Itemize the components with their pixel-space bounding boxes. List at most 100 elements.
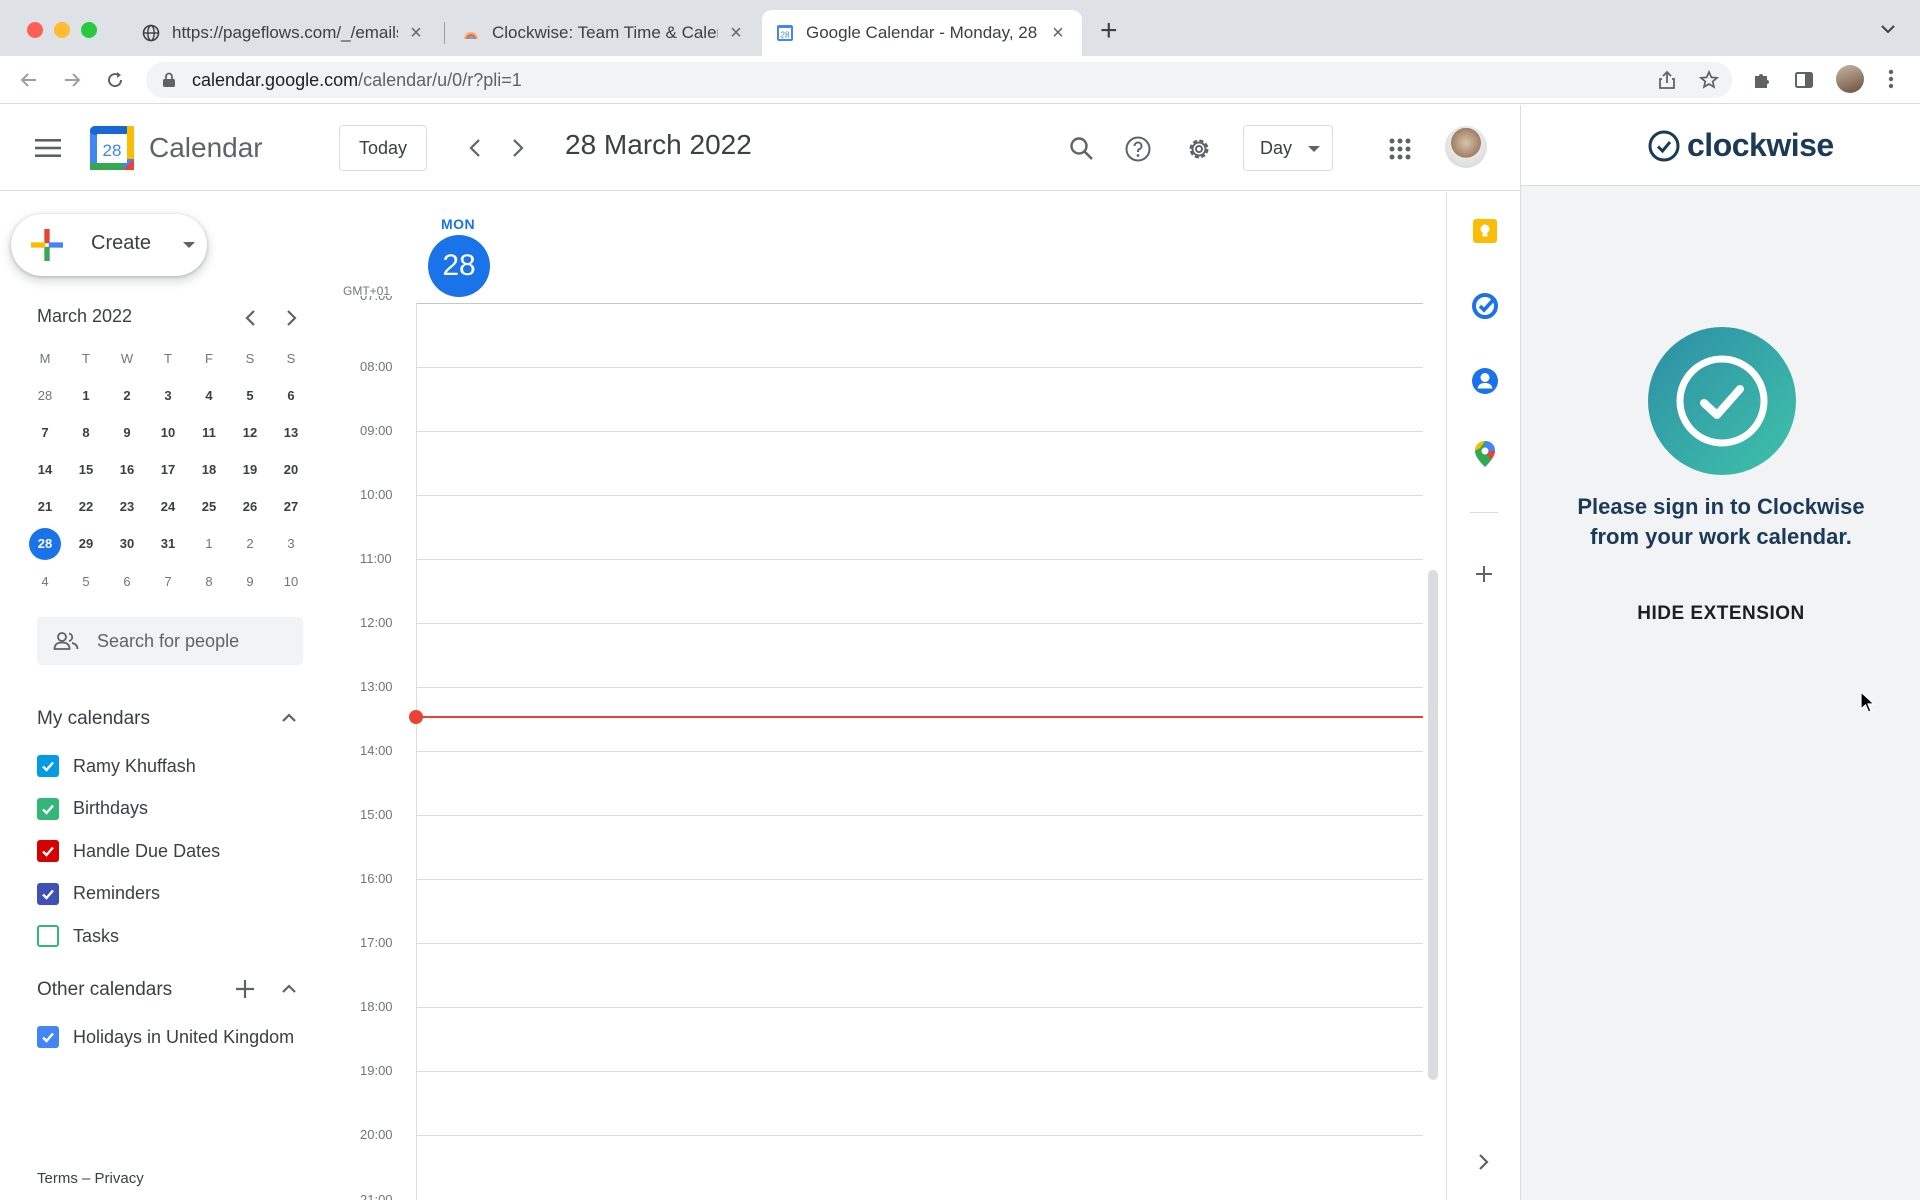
close-icon[interactable]: × [406,22,426,45]
mini-calendar-day[interactable]: 27 [275,491,307,523]
calendar-list-item[interactable]: Tasks [37,921,119,951]
mini-calendar-day[interactable]: 18 [193,453,225,485]
mini-calendar-day[interactable]: 1 [193,528,225,560]
mini-calendar-day[interactable]: 19 [234,453,266,485]
mini-calendar-day[interactable]: 16 [111,453,143,485]
hide-extension-button[interactable]: HIDE EXTENSION [1521,603,1920,625]
mini-calendar-day[interactable]: 3 [275,528,307,560]
mini-calendar-day[interactable]: 8 [193,565,225,597]
browser-tab-google-calendar[interactable]: 28 Google Calendar - Monday, 28 × [762,10,1082,56]
tab-search-chevron-icon[interactable] [1880,24,1896,34]
mini-calendar-day[interactable]: 31 [152,528,184,560]
mini-calendar-next-chevron-icon[interactable] [286,309,298,327]
my-calendars-title[interactable]: My calendars [37,708,150,730]
view-selector[interactable]: Day [1243,125,1333,171]
mini-calendar-day[interactable]: 29 [70,528,102,560]
mini-calendar-day[interactable]: 3 [152,379,184,411]
mini-calendar-day[interactable]: 1 [70,379,102,411]
browser-tab-clockwise[interactable]: Clockwise: Team Time & Calen × [448,10,760,56]
mini-calendar-day[interactable]: 14 [29,453,61,485]
window-maximize-button[interactable] [81,22,97,38]
create-button[interactable]: Create [11,214,207,276]
account-avatar[interactable] [1445,126,1487,168]
mini-calendar-day[interactable]: 20 [275,453,307,485]
calendar-list-item[interactable]: Handle Due Dates [37,836,220,866]
collapse-chevron-up-icon[interactable] [281,712,297,722]
hide-side-panel-chevron-icon[interactable] [1478,1153,1490,1171]
collapse-chevron-up-icon[interactable] [281,983,297,993]
mini-calendar-prev-chevron-icon[interactable] [244,309,256,327]
mini-calendar-day[interactable]: 10 [152,416,184,448]
mini-calendar-day[interactable]: 28 [29,379,61,411]
hamburger-menu-icon[interactable] [35,139,61,157]
mini-calendar-day[interactable]: 30 [111,528,143,560]
mini-calendar-day[interactable]: 21 [29,491,61,523]
mini-calendar-day-today[interactable]: 28 [29,527,61,560]
mini-calendar-day[interactable]: 9 [234,565,266,597]
today-button[interactable]: Today [339,125,427,171]
grid-scrollbar[interactable] [1428,570,1438,1080]
mini-calendar-day[interactable]: 2 [234,528,266,560]
lock-icon[interactable] [162,72,176,88]
mini-calendar-day[interactable]: 26 [234,491,266,523]
calendar-list-item[interactable]: Birthdays [37,794,148,824]
bookmark-star-icon[interactable] [1699,70,1719,90]
calendar-checkbox[interactable] [37,840,59,863]
reload-button[interactable] [101,66,129,94]
mini-calendar-day[interactable]: 9 [111,416,143,448]
address-bar[interactable]: calendar.google.com/calendar/u/0/r?pli=1 [146,62,1732,98]
calendar-checkbox[interactable] [37,925,59,948]
mini-calendar-day[interactable]: 4 [29,565,61,597]
mini-calendar-day[interactable]: 10 [275,565,307,597]
mini-calendar-day[interactable]: 5 [70,565,102,597]
dropdown-caret-icon[interactable] [183,242,195,248]
calendar-list-item[interactable]: Holidays in United Kingdom [37,1022,294,1052]
search-people-input[interactable]: Search for people [37,617,303,665]
back-button[interactable] [15,66,43,94]
contacts-icon[interactable] [1471,367,1499,395]
mini-calendar-day[interactable]: 4 [193,379,225,411]
mini-calendar-day[interactable]: 5 [234,379,266,411]
mini-calendar-day[interactable]: 22 [70,491,102,523]
privacy-link[interactable]: Privacy [95,1170,144,1187]
search-icon[interactable] [1069,136,1094,161]
mini-calendar-day[interactable]: 13 [275,416,307,448]
more-vertical-icon[interactable] [1888,68,1894,90]
profile-avatar[interactable] [1836,65,1864,93]
tasks-icon[interactable] [1471,292,1499,320]
calendar-checkbox[interactable] [37,882,59,905]
mini-calendar-day[interactable]: 25 [193,491,225,523]
get-addons-plus-icon[interactable] [1475,565,1493,583]
mini-calendar-day[interactable]: 6 [275,379,307,411]
close-icon[interactable]: × [726,22,746,45]
share-icon[interactable] [1658,70,1676,90]
mini-calendar-day[interactable]: 6 [111,565,143,597]
mini-calendar-day[interactable]: 8 [70,416,102,448]
help-icon[interactable] [1125,136,1151,162]
window-close-button[interactable] [27,22,43,38]
mini-calendar-day[interactable]: 24 [152,491,184,523]
mini-calendar-day[interactable]: 7 [29,416,61,448]
terms-link[interactable]: Terms [37,1170,78,1187]
maps-pin-icon[interactable] [1474,440,1496,468]
forward-button[interactable] [58,66,86,94]
previous-day-chevron-icon[interactable] [468,138,482,158]
settings-gear-icon[interactable] [1186,136,1212,162]
keep-icon[interactable] [1472,218,1498,244]
mini-calendar-day[interactable]: 15 [70,453,102,485]
calendar-checkbox[interactable] [37,797,59,820]
day-of-week-label[interactable]: MON [441,216,475,232]
next-day-chevron-icon[interactable] [511,138,525,158]
add-calendar-plus-icon[interactable] [235,979,255,999]
side-panel-icon[interactable] [1794,70,1814,90]
mini-calendar-day[interactable]: 17 [152,453,184,485]
calendar-list-item[interactable]: Ramy Khuffash [37,751,196,781]
mini-calendar-day[interactable]: 2 [111,379,143,411]
google-calendar-logo-icon[interactable]: 28 [90,126,134,170]
calendar-checkbox[interactable] [37,755,59,777]
browser-tab-pageflows[interactable]: https://pageflows.com/_/emails × [128,10,440,56]
calendar-list-item[interactable]: Reminders [37,879,160,909]
calendar-checkbox[interactable] [37,1026,59,1048]
day-number-circle[interactable]: 28 [428,235,490,297]
google-apps-grid-icon[interactable] [1389,138,1411,160]
